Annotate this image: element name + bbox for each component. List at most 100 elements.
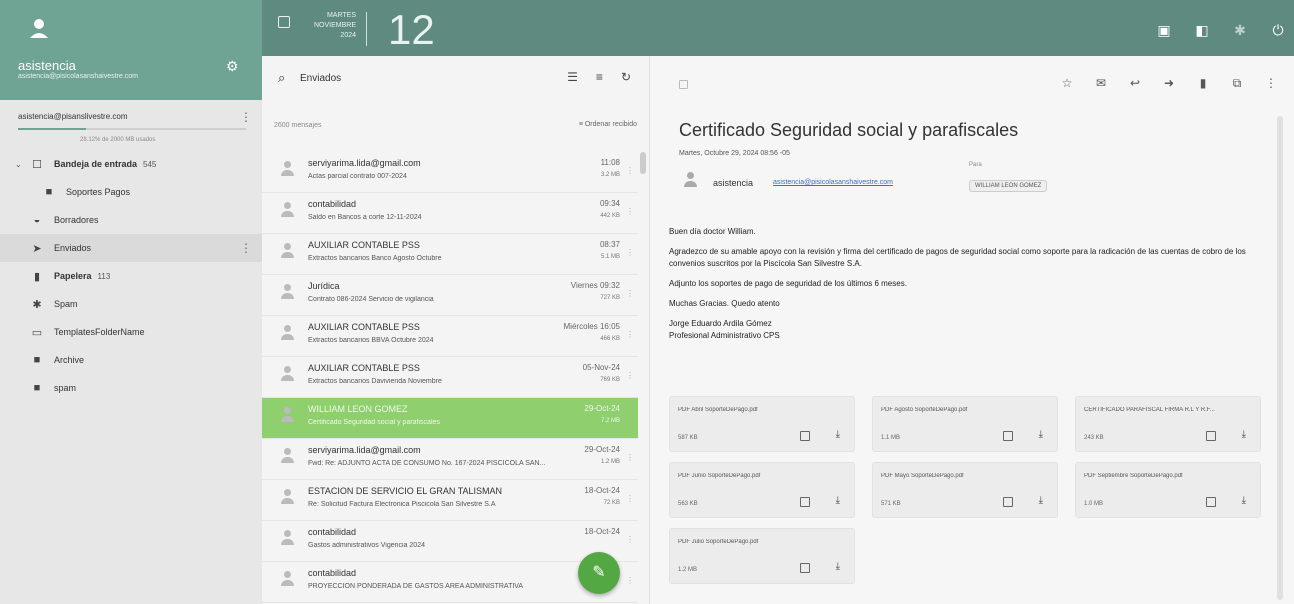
attachment-card[interactable]: CERTIFICADO PARAFISCAL FIRMA R.L Y R.F..… bbox=[1075, 396, 1261, 452]
message-row[interactable]: ESTACION DE SERVICIO EL GRAN TALISMAN Re:… bbox=[262, 480, 638, 521]
row-more-icon[interactable]: ⋮ bbox=[626, 207, 634, 216]
attachment-card[interactable]: PDF Julio SoporteDePago.pdf 1.2 MB ⤓ bbox=[669, 528, 855, 584]
search-input[interactable]: Enviados bbox=[300, 73, 341, 84]
folder-more-icon[interactable]: ⋮ bbox=[240, 241, 252, 255]
sidebar-item-bandeja-de-entrada[interactable]: ⌄ ☐ Bandeja de entrada 545 bbox=[0, 150, 262, 178]
row-more-icon[interactable]: ⋮ bbox=[626, 166, 634, 175]
sidebar-item-borradores[interactable]: ◒ Borradores bbox=[0, 206, 262, 234]
message-row[interactable]: contabilidad Saldo en Bancos a corte 12-1… bbox=[262, 193, 638, 234]
message-row[interactable]: AUXILIAR CONTABLE PSS Extractos bancarios… bbox=[262, 234, 638, 275]
attachment-card[interactable]: PDF Junio SoporteDePago.pdf 563 KB ⤓ bbox=[669, 462, 855, 518]
attachment-size: 587 KB bbox=[678, 435, 698, 441]
list-tools: ☰ ≡ ↻ bbox=[567, 70, 631, 84]
open-attachment-icon[interactable] bbox=[1003, 431, 1013, 441]
order-button[interactable]: ≡ Ordenar recibido bbox=[579, 121, 637, 128]
message-time: Viernes 09:32 bbox=[570, 281, 620, 290]
message-from: ESTACION DE SERVICIO EL GRAN TALISMAN bbox=[308, 486, 503, 496]
compose-button[interactable]: ✎ bbox=[578, 552, 620, 594]
row-more-icon[interactable]: ⋮ bbox=[626, 535, 634, 544]
attachment-size: 571 KB bbox=[881, 501, 901, 507]
open-window-icon[interactable]: ⧉ bbox=[1230, 76, 1244, 91]
row-more-icon[interactable]: ⋮ bbox=[626, 371, 634, 380]
search-icon[interactable]: ⌕ bbox=[278, 70, 285, 86]
delete-icon[interactable]: ▮ bbox=[1196, 76, 1210, 91]
download-icon[interactable]: ⤓ bbox=[1039, 429, 1043, 440]
calendar-icon[interactable]: ▣ bbox=[1156, 22, 1172, 39]
row-more-icon[interactable]: ⋮ bbox=[626, 453, 634, 462]
to-label: Para bbox=[969, 162, 982, 168]
row-more-icon[interactable]: ⋮ bbox=[626, 330, 634, 339]
message-size: 72 KB bbox=[603, 500, 620, 506]
download-icon[interactable]: ⤓ bbox=[836, 429, 840, 440]
select-checkbox[interactable] bbox=[679, 80, 688, 89]
message-row[interactable]: AUXILIAR CONTABLE PSS Extractos bancarios… bbox=[262, 316, 638, 357]
sidebar-item-label: Papelera bbox=[54, 271, 92, 281]
row-more-icon[interactable]: ⋮ bbox=[626, 248, 634, 257]
power-icon[interactable]: ⏻ bbox=[1270, 22, 1286, 39]
open-attachment-icon[interactable] bbox=[1003, 497, 1013, 507]
download-icon[interactable]: ⤓ bbox=[1242, 495, 1246, 506]
message-row[interactable]: Jurídica Contrato 086-2024 Servicio de vi… bbox=[262, 275, 638, 316]
open-attachment-icon[interactable] bbox=[800, 497, 810, 507]
sidebar-item-enviados[interactable]: ➤ Enviados ⋮ bbox=[0, 234, 262, 262]
user-avatar-icon[interactable] bbox=[30, 18, 48, 40]
row-more-icon[interactable]: ⋮ bbox=[626, 576, 634, 585]
refresh-icon[interactable]: ↻ bbox=[621, 70, 631, 84]
sidebar-item-spam[interactable]: ■ spam bbox=[0, 374, 262, 402]
menu-toggle-icon[interactable] bbox=[278, 16, 290, 28]
sidebar-item-templatesfoldername[interactable]: ▭ TemplatesFolderName bbox=[0, 318, 262, 346]
download-icon[interactable]: ⤓ bbox=[1242, 429, 1246, 440]
reader-scrollbar[interactable] bbox=[1276, 116, 1284, 600]
attachment-card[interactable]: PDF Abril SoporteDePago.pdf 587 KB ⤓ bbox=[669, 396, 855, 452]
forward-icon[interactable]: ➜ bbox=[1162, 76, 1176, 91]
sidebar-item-archive[interactable]: ■ Archive bbox=[0, 346, 262, 374]
message-row[interactable]: serviyarima.lida@gmail.com Fwd: Re: ADJUN… bbox=[262, 439, 638, 480]
list-scrollbar[interactable] bbox=[639, 152, 647, 600]
account-selector[interactable]: asistencia@pisanslivestre.com bbox=[18, 112, 128, 121]
settings-icon[interactable]: ✱ bbox=[1232, 22, 1248, 39]
list-scrollbar-thumb[interactable] bbox=[640, 152, 646, 174]
open-attachment-icon[interactable] bbox=[800, 563, 810, 573]
open-attachment-icon[interactable] bbox=[1206, 497, 1216, 507]
message-row[interactable]: contabilidad Gastos administrativos Vigen… bbox=[262, 521, 638, 562]
attachment-name: PDF Septiembre SoporteDePago.pdf bbox=[1084, 473, 1183, 479]
recipient-chip[interactable]: WILLIAM LEON GOMEZ bbox=[969, 180, 1048, 192]
row-more-icon[interactable]: ⋮ bbox=[626, 494, 634, 503]
filter-icon[interactable]: ☰ bbox=[567, 70, 578, 84]
message-row[interactable]: serviyarima.lida@gmail.com Actas parcial … bbox=[262, 152, 638, 193]
more-icon[interactable]: ⋮ bbox=[1264, 76, 1278, 91]
sort-icon[interactable]: ≡ bbox=[596, 70, 603, 84]
unread-count: 113 bbox=[97, 271, 111, 281]
message-row[interactable]: AUXILIAR CONTABLE PSS Extractos bancarios… bbox=[262, 357, 638, 398]
open-attachment-icon[interactable] bbox=[1206, 431, 1216, 441]
mark-unread-icon[interactable]: ✉ bbox=[1094, 76, 1108, 91]
spam-icon: ✱ bbox=[32, 298, 42, 311]
body-paragraph: Agradezco de su amable apoyo con la revi… bbox=[669, 247, 1246, 268]
account-more-icon[interactable]: ⋮ bbox=[240, 110, 252, 124]
download-icon[interactable]: ⤓ bbox=[836, 561, 840, 572]
expand-chevron-icon[interactable]: ⌄ bbox=[15, 160, 22, 169]
sidebar-item-soportes-pagos[interactable]: ■ Soportes Pagos bbox=[0, 178, 262, 206]
gear-icon[interactable]: ⚙ bbox=[226, 58, 239, 75]
download-icon[interactable]: ⤓ bbox=[1039, 495, 1043, 506]
reply-icon[interactable]: ↩ bbox=[1128, 76, 1142, 91]
attachment-name: PDF Junio SoporteDePago.pdf bbox=[678, 473, 761, 479]
contacts-icon[interactable]: ◧ bbox=[1194, 22, 1210, 39]
message-row[interactable]: WILLIAM LEON GOMEZ Certificado Seguridad … bbox=[262, 398, 638, 439]
sidebar-item-spam[interactable]: ✱ Spam bbox=[0, 290, 262, 318]
message-subject: Saldo en Bancos a corte 12-11-2024 bbox=[308, 214, 422, 221]
reader-scrollbar-thumb[interactable] bbox=[1277, 116, 1283, 600]
attachment-card[interactable]: PDF Agosto SoporteDePago.pdf 1.1 MB ⤓ bbox=[872, 396, 1058, 452]
row-more-icon[interactable]: ⋮ bbox=[626, 289, 634, 298]
open-attachment-icon[interactable] bbox=[800, 431, 810, 441]
message-subject: Gastos administrativos Vigencia 2024 bbox=[308, 542, 425, 549]
sidebar-item-papelera[interactable]: ▮ Papelera 113 bbox=[0, 262, 262, 290]
download-icon[interactable]: ⤓ bbox=[836, 495, 840, 506]
star-icon[interactable]: ☆ bbox=[1060, 76, 1074, 91]
sender-email[interactable]: asistencia@pisicolasanshaivestre.com bbox=[773, 179, 893, 186]
message-subject: Extractos bancarios Davivienda Noviembre bbox=[308, 378, 442, 385]
row-more-icon[interactable]: ⋮ bbox=[626, 412, 634, 421]
attachment-card[interactable]: PDF Mayo SoporteDePago.pdf 571 KB ⤓ bbox=[872, 462, 1058, 518]
attachment-card[interactable]: PDF Septiembre SoporteDePago.pdf 1.0 MB ⤓ bbox=[1075, 462, 1261, 518]
message-from: AUXILIAR CONTABLE PSS bbox=[308, 363, 420, 373]
